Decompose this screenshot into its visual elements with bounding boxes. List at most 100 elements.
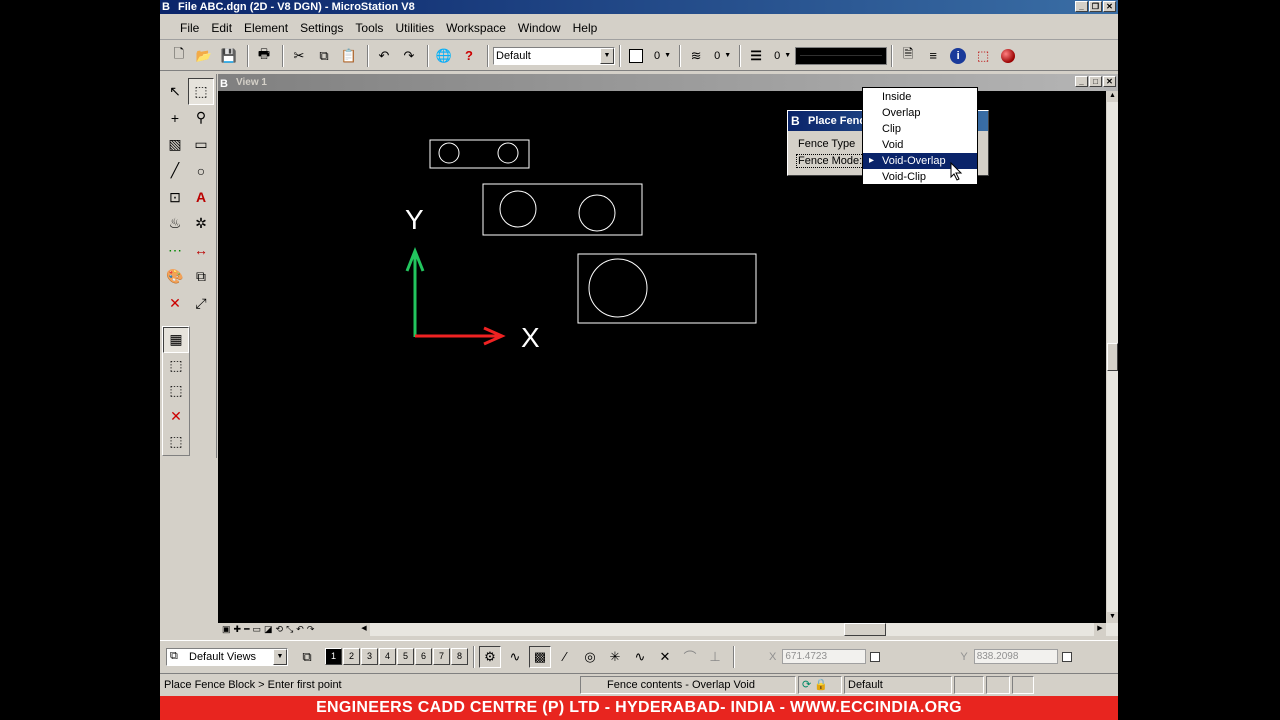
menu-element[interactable]: Element bbox=[238, 16, 294, 40]
undo-icon[interactable]: ↶ bbox=[373, 45, 395, 67]
view-previous-icon[interactable]: ↶ bbox=[296, 624, 304, 635]
scroll-right-icon[interactable]: ▶ bbox=[1094, 623, 1106, 636]
large-rectangle[interactable] bbox=[577, 253, 757, 324]
snap-bisector-icon[interactable]: ∿ bbox=[629, 646, 651, 668]
place-fence-sub-icon[interactable]: ▦ bbox=[163, 327, 189, 353]
redo-icon[interactable]: ↷ bbox=[398, 45, 420, 67]
y-coordinate-field[interactable]: 838.2098 bbox=[973, 649, 1058, 664]
scale-element-icon[interactable]: ⤢ bbox=[188, 290, 214, 317]
vertical-scroll-thumb[interactable] bbox=[1107, 343, 1118, 371]
view-button-3[interactable]: 3 bbox=[361, 648, 378, 665]
place-text-icon[interactable]: A bbox=[188, 184, 214, 211]
print-icon[interactable]: 🖶 bbox=[253, 45, 275, 67]
large-circle[interactable] bbox=[588, 258, 648, 318]
measure-icon[interactable]: ⋯ bbox=[162, 237, 188, 264]
zoom-out-icon[interactable]: ━ bbox=[244, 624, 249, 635]
save-icon[interactable]: 💾 bbox=[218, 45, 240, 67]
menu-help[interactable]: Help bbox=[567, 16, 604, 40]
pan-view-icon[interactable]: ⤡ bbox=[286, 624, 293, 635]
line-style-icon[interactable]: ≋ bbox=[685, 45, 707, 67]
close-icon[interactable]: ✕ bbox=[1103, 76, 1116, 87]
view-button-8[interactable]: 8 bbox=[451, 648, 468, 665]
delete-element-icon[interactable]: ✕ bbox=[162, 290, 188, 317]
manipulate-fence-icon[interactable]: ⬚ bbox=[163, 378, 189, 404]
menu-utilities[interactable]: Utilities bbox=[389, 16, 440, 40]
modify-fence-icon[interactable]: ⬚ bbox=[163, 353, 189, 379]
view-groups-combo[interactable]: ⧉ Default Views ▼ bbox=[166, 647, 288, 666]
chevron-down-icon[interactable]: ▼ bbox=[784, 52, 791, 59]
line-weight-icon[interactable]: ☰ bbox=[745, 45, 767, 67]
fence-mode-option-clip[interactable]: Clip bbox=[863, 121, 977, 137]
view-button-6[interactable]: 6 bbox=[415, 648, 432, 665]
drop-fence-icon[interactable]: ⬚ bbox=[163, 429, 189, 455]
copy-icon[interactable]: ⧉ bbox=[313, 45, 335, 67]
fence-mode-option-overlap[interactable]: Overlap bbox=[863, 105, 977, 121]
chevron-down-icon[interactable]: ▼ bbox=[273, 648, 287, 665]
scroll-up-icon[interactable]: ▲ bbox=[1107, 91, 1118, 102]
accusnap-icon[interactable]: ⟳ bbox=[802, 679, 811, 691]
fence-select-icon[interactable]: ⬚ bbox=[972, 45, 994, 67]
scroll-down-icon[interactable]: ▼ bbox=[1107, 612, 1118, 623]
accudraw-icon[interactable]: ⚙ bbox=[479, 645, 501, 668]
restore-icon[interactable]: ❐ bbox=[1089, 1, 1102, 12]
chevron-down-icon[interactable]: ▼ bbox=[724, 52, 731, 59]
snap-active-icon[interactable]: ▩ bbox=[529, 645, 551, 668]
new-file-icon[interactable]: 🗋 bbox=[168, 45, 190, 67]
menu-workspace[interactable]: Workspace bbox=[440, 16, 512, 40]
delete-fence-icon[interactable]: ✕ bbox=[163, 404, 189, 430]
fit-view-icon[interactable]: ◪ bbox=[264, 624, 273, 635]
view-button-7[interactable]: 7 bbox=[433, 648, 450, 665]
snap-keypoint-icon[interactable]: ∿ bbox=[504, 646, 526, 668]
chevron-down-icon[interactable]: ▼ bbox=[600, 47, 614, 64]
chevron-down-icon[interactable]: ▼ bbox=[664, 52, 671, 59]
view-button-1[interactable]: 1 bbox=[325, 648, 342, 665]
snap-perpendicular-icon[interactable]: ⊥ bbox=[704, 646, 726, 668]
help-icon[interactable]: ? bbox=[458, 45, 480, 67]
open-file-icon[interactable]: 📂 bbox=[193, 45, 215, 67]
menu-window[interactable]: Window bbox=[512, 16, 567, 40]
palette-icon[interactable]: 🎨 bbox=[162, 264, 188, 291]
menu-settings[interactable]: Settings bbox=[294, 16, 349, 40]
render-sphere-icon[interactable] bbox=[997, 45, 1019, 67]
menu-tools[interactable]: Tools bbox=[349, 16, 389, 40]
view-button-4[interactable]: 4 bbox=[379, 648, 396, 665]
update-view-icon[interactable]: ▣ bbox=[222, 624, 231, 635]
snap-icon[interactable]: ⚲ bbox=[188, 105, 214, 132]
place-fence-icon[interactable]: ⬚ bbox=[188, 78, 214, 105]
view-windows-icon[interactable]: ⧉ bbox=[296, 646, 318, 668]
fence-mode-option-inside[interactable]: Inside bbox=[863, 89, 977, 105]
element-selection-icon[interactable]: ↖ bbox=[162, 78, 188, 105]
attributes-icon[interactable]: 🗎 bbox=[897, 45, 919, 67]
layers-icon[interactable]: ≡ bbox=[922, 45, 944, 67]
tag-icon[interactable]: ♨ bbox=[162, 211, 188, 238]
line-weight-preview[interactable] bbox=[795, 46, 888, 65]
minimize-icon[interactable]: _ bbox=[1075, 1, 1088, 12]
middle-circle-right[interactable] bbox=[578, 194, 616, 232]
place-line-icon[interactable]: ╱ bbox=[162, 158, 188, 185]
view-button-2[interactable]: 2 bbox=[343, 648, 360, 665]
window-area-icon[interactable]: ▭ bbox=[252, 624, 261, 635]
horizontal-scrollbar[interactable]: ◀ ▶ bbox=[358, 623, 1118, 636]
scroll-left-icon[interactable]: ◀ bbox=[358, 623, 370, 636]
menu-file[interactable]: File bbox=[174, 16, 205, 40]
middle-circle-left[interactable] bbox=[499, 190, 537, 228]
middle-rectangle[interactable] bbox=[482, 183, 643, 236]
horizontal-scroll-thumb[interactable] bbox=[844, 623, 886, 636]
snap-center-icon[interactable]: ◎ bbox=[579, 646, 601, 668]
close-icon[interactable]: ✕ bbox=[1103, 1, 1116, 12]
x-coordinate-field[interactable]: 671.4723 bbox=[782, 649, 867, 664]
view-next-icon[interactable]: ↷ bbox=[307, 624, 315, 635]
menu-edit[interactable]: Edit bbox=[205, 16, 238, 40]
place-point-icon[interactable]: + bbox=[162, 105, 188, 132]
snap-origin-icon[interactable]: ✳ bbox=[604, 646, 626, 668]
place-circle-icon[interactable]: ○ bbox=[188, 158, 214, 185]
x-lock-checkbox[interactable] bbox=[870, 651, 881, 662]
snap-intersection-icon[interactable]: ✕ bbox=[654, 646, 676, 668]
cut-icon[interactable]: ✂ bbox=[288, 45, 310, 67]
globe-icon[interactable]: 🌐 bbox=[433, 45, 455, 67]
pattern-icon[interactable]: ✲ bbox=[188, 211, 214, 238]
view-button-5[interactable]: 5 bbox=[397, 648, 414, 665]
lock-icon[interactable]: 🔒 bbox=[814, 679, 828, 691]
maximize-icon[interactable]: □ bbox=[1089, 76, 1102, 87]
cell-icon[interactable]: ⊡ bbox=[162, 184, 188, 211]
